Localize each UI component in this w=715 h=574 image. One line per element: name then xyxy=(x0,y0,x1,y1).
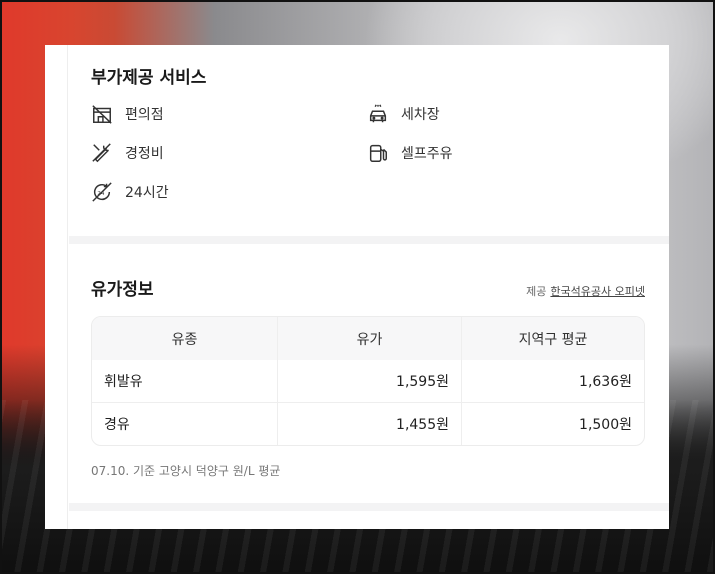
table-row: 경유 1,455원 1,500원 xyxy=(92,402,644,445)
column-header-price: 유가 xyxy=(277,317,461,360)
svg-text:24: 24 xyxy=(97,191,104,197)
fuel-price-title: 유가정보 xyxy=(91,280,154,300)
section-divider xyxy=(69,236,669,244)
table-row: 휘발유 1,595원 1,636원 xyxy=(92,359,644,402)
regional-average-cell: 1,636원 xyxy=(461,360,644,402)
price-cell: 1,595원 xyxy=(277,360,461,402)
service-label: 24시간 xyxy=(125,185,169,201)
fuel-type-cell: 경유 xyxy=(104,417,130,433)
convenience-store-icon xyxy=(92,105,112,124)
service-label: 경정비 xyxy=(125,146,164,162)
service-item-24h: 24 24시간 xyxy=(91,180,169,204)
car-wash-icon xyxy=(369,104,387,123)
panel-left-rule xyxy=(67,45,68,529)
regional-average-cell: 1,500원 xyxy=(461,403,644,445)
fuel-price-table: 유종 유가 지역구 평균 휘발유 1,595원 1,636원 경유 1,455원… xyxy=(91,316,645,446)
repair-icon xyxy=(92,143,111,163)
section-divider xyxy=(69,503,669,511)
service-label: 세차장 xyxy=(401,107,440,123)
24-hours-icon: 24 xyxy=(92,182,112,202)
services-grid: 편의점 세차장 경정비 셀프주유 24 24시간 xyxy=(91,102,645,222)
service-item-convenience-store: 편의점 xyxy=(91,102,164,126)
provider-link[interactable]: 한국석유공사 오피넷 xyxy=(550,285,645,298)
provider-prefix: 제공 xyxy=(526,285,547,298)
service-item-repair: 경정비 xyxy=(91,141,164,165)
fuel-pump-icon xyxy=(369,144,387,162)
service-label: 셀프주유 xyxy=(401,146,453,162)
services-title: 부가제공 서비스 xyxy=(91,68,207,88)
station-detail-panel: 부가제공 서비스 편의점 세차장 경정비 셀프주유 24 24시간 유가정보 제… xyxy=(45,45,669,529)
column-header-regional-average: 지역구 평균 xyxy=(461,317,644,360)
service-label: 편의점 xyxy=(125,107,164,123)
fuel-price-header: 유가정보 제공 한국석유공사 오피넷 xyxy=(91,275,645,300)
price-cell: 1,455원 xyxy=(277,403,461,445)
fuel-price-section: 유가정보 제공 한국석유공사 오피넷 유종 유가 지역구 평균 휘발유 1,595… xyxy=(91,275,645,479)
fuel-type-cell: 휘발유 xyxy=(104,374,143,390)
services-section: 부가제공 서비스 편의점 세차장 경정비 셀프주유 24 24시간 xyxy=(91,63,645,222)
provider-credit: 제공 한국석유공사 오피넷 xyxy=(526,283,645,299)
service-item-self-fuel: 셀프주유 xyxy=(367,141,453,165)
price-basis-note: 07.10. 기준 고양시 덕양구 원/L 평균 xyxy=(91,464,281,478)
table-header-row: 유종 유가 지역구 평균 xyxy=(92,317,644,360)
column-header-fuel-type: 유종 xyxy=(92,317,277,360)
service-item-car-wash: 세차장 xyxy=(367,102,440,126)
